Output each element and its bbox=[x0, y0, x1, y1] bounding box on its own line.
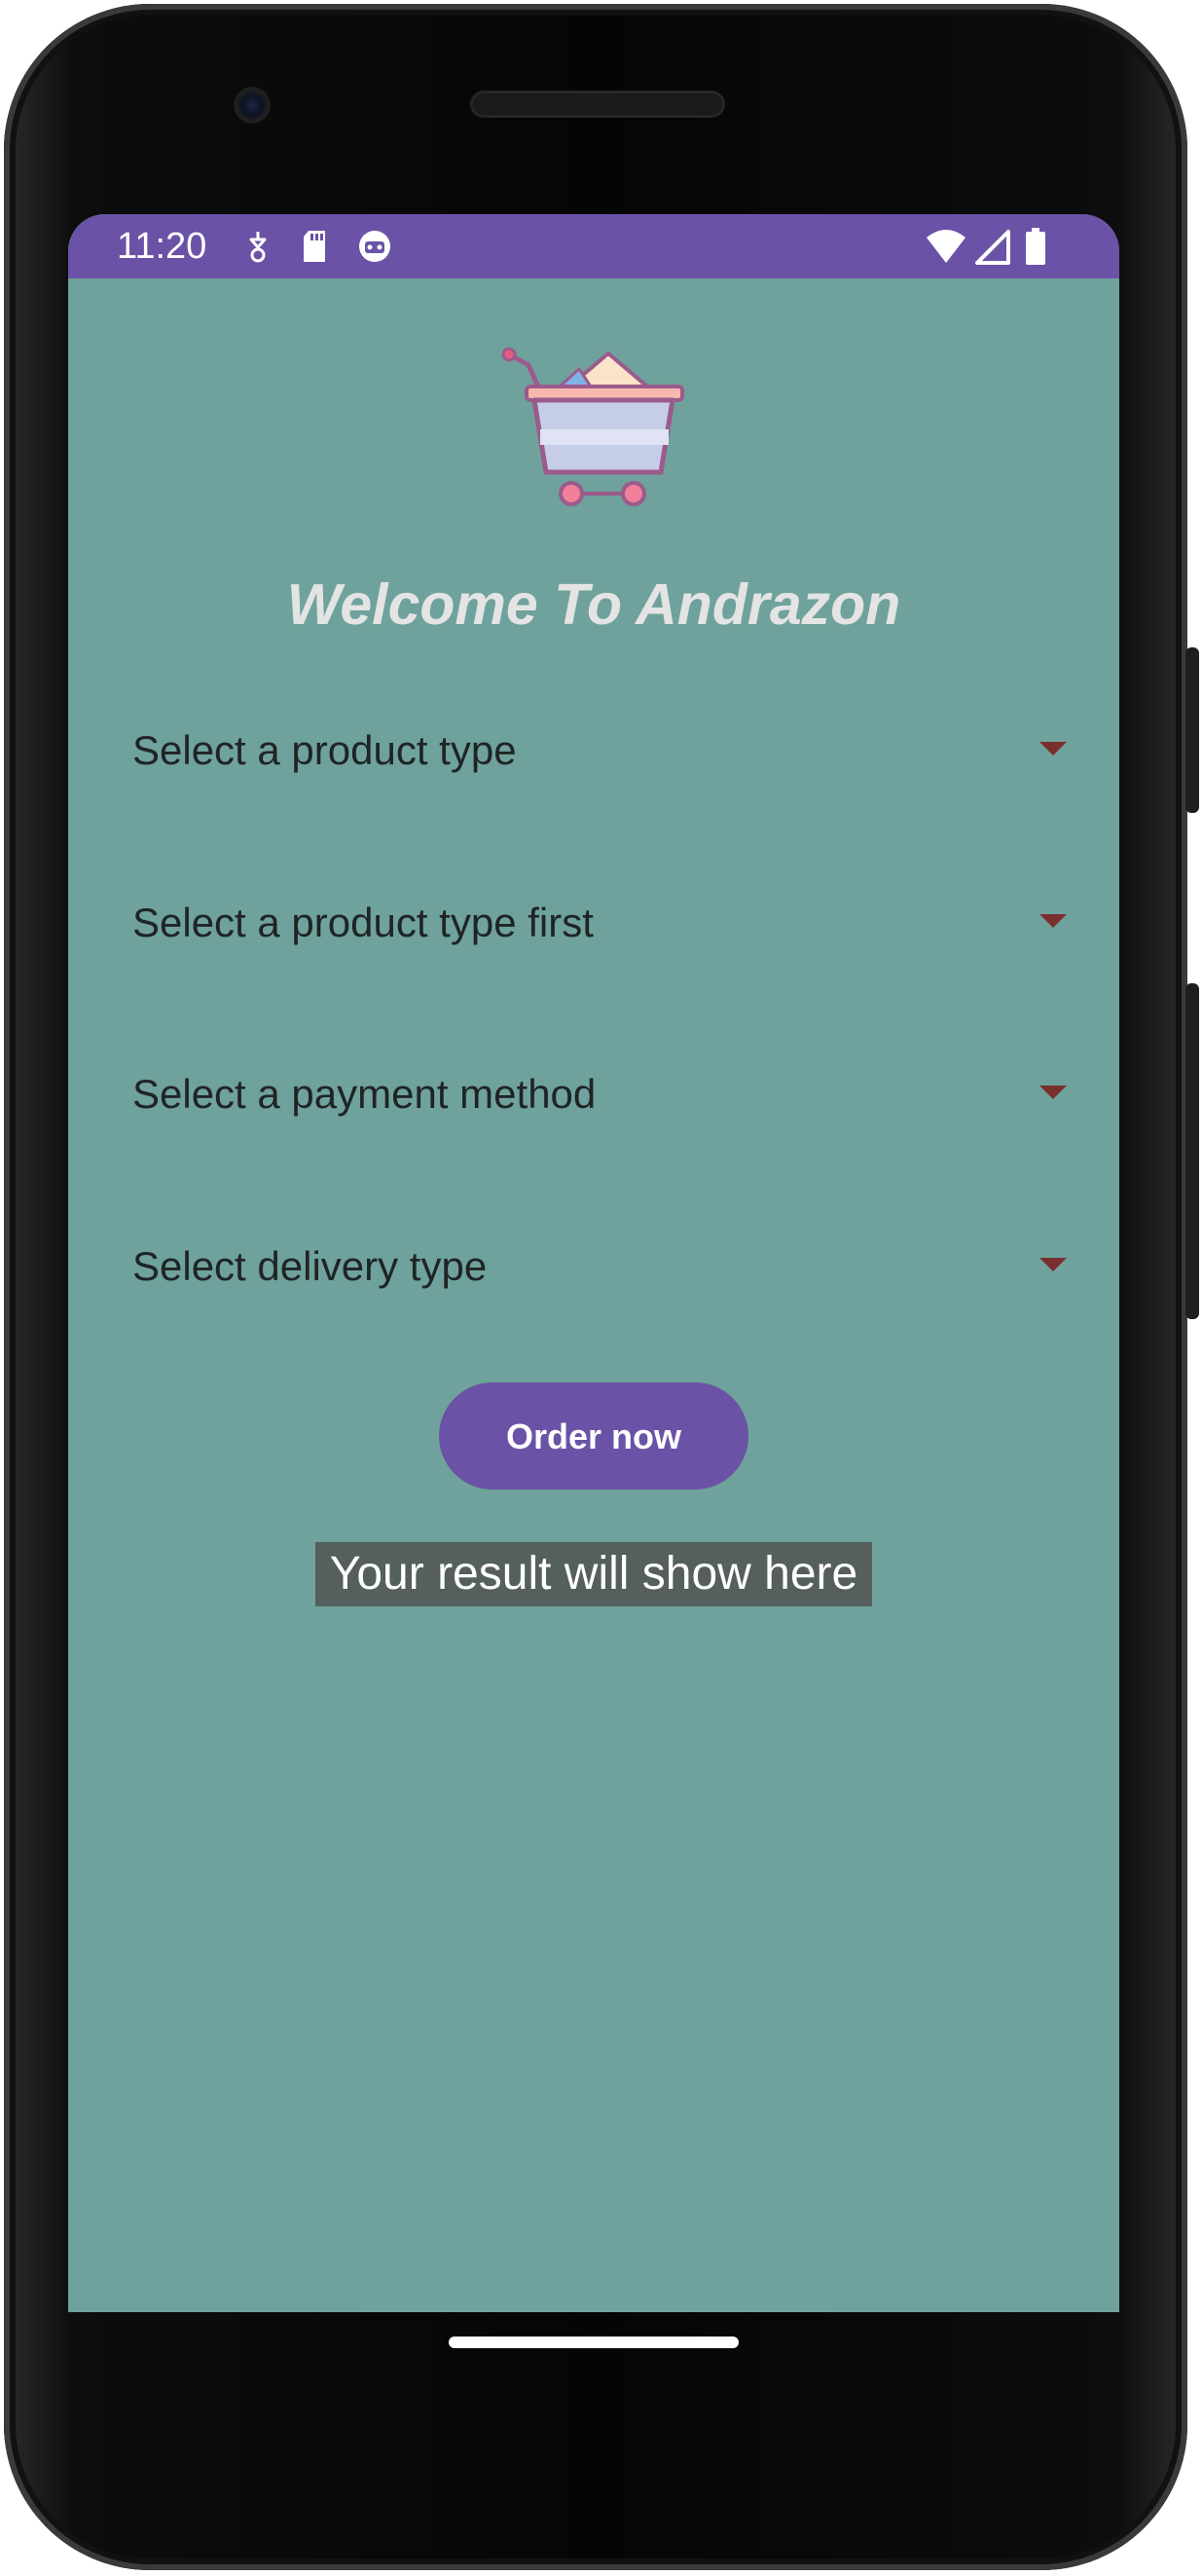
sd-card-icon bbox=[304, 231, 325, 262]
volume-rocker[interactable] bbox=[1185, 983, 1199, 1319]
dropdown-arrow-icon bbox=[1039, 914, 1067, 928]
android-debug-icon bbox=[249, 232, 267, 263]
product-spinner[interactable]: Select a product type first bbox=[132, 879, 1067, 967]
shopping-cart-icon bbox=[501, 348, 684, 506]
app-screen: 11:20 Welcome To Andrazon Select a produ… bbox=[68, 214, 1119, 2312]
power-button[interactable] bbox=[1185, 647, 1199, 813]
product-type-spinner[interactable]: Select a product type bbox=[132, 707, 1067, 794]
battery-icon bbox=[1026, 228, 1045, 265]
app-face-icon bbox=[359, 231, 390, 262]
earpiece-speaker bbox=[470, 91, 725, 118]
spinner-label: Select a product type bbox=[132, 727, 517, 773]
dropdown-arrow-icon bbox=[1039, 1086, 1067, 1099]
main-content: Welcome To Andrazon Select a product typ… bbox=[68, 278, 1119, 2312]
payment-method-spinner[interactable]: Select a payment method bbox=[132, 1050, 1067, 1138]
cell-signal-icon bbox=[975, 230, 1010, 265]
spinner-label: Select delivery type bbox=[132, 1243, 488, 1289]
wifi-icon bbox=[927, 230, 965, 263]
order-now-button[interactable]: Order now bbox=[439, 1382, 748, 1490]
front-camera bbox=[234, 87, 271, 124]
result-text: Your result will show here bbox=[315, 1542, 872, 1606]
delivery-type-spinner[interactable]: Select delivery type bbox=[132, 1223, 1067, 1310]
home-indicator[interactable] bbox=[449, 2337, 739, 2348]
page-title: Welcome To Andrazon bbox=[286, 572, 901, 637]
spinner-label: Select a payment method bbox=[132, 1071, 597, 1117]
status-time: 11:20 bbox=[117, 226, 207, 267]
dropdown-arrow-icon bbox=[1039, 1258, 1067, 1271]
dropdown-arrow-icon bbox=[1039, 742, 1067, 755]
spinner-label: Select a product type first bbox=[132, 900, 594, 945]
status-bar: 11:20 bbox=[68, 214, 1119, 278]
